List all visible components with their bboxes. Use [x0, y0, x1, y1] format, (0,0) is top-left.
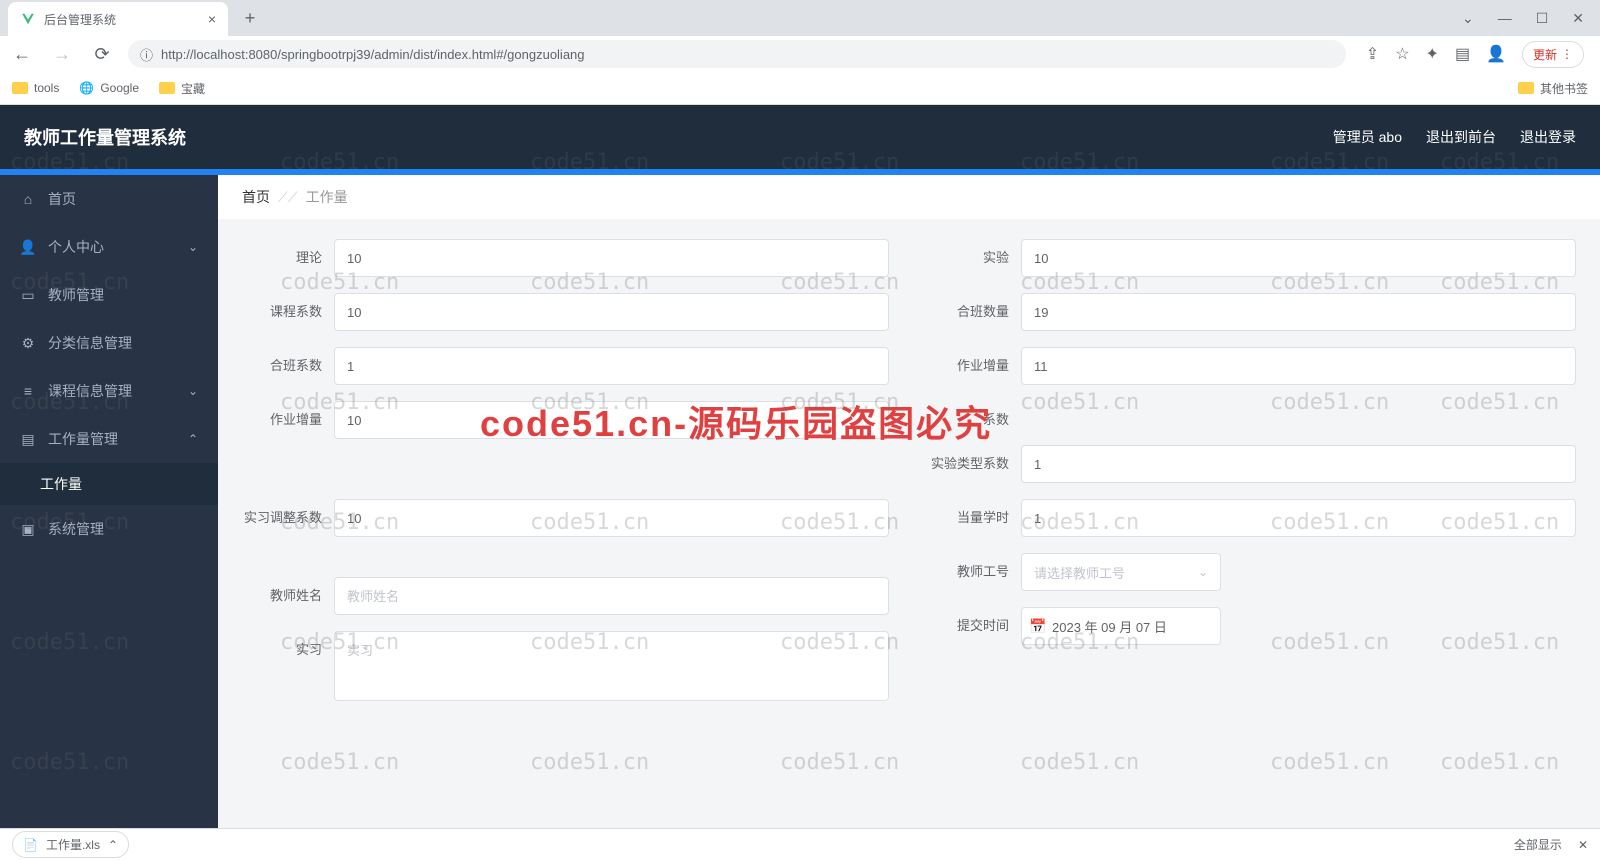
sidebar-item-system[interactable]: ▣系统管理 [0, 505, 218, 553]
sidebar-item-workload[interactable]: ▤工作量管理⌃ [0, 415, 218, 463]
sidebar-item-home[interactable]: ⌂首页 [0, 175, 218, 223]
label-shixitiaozheng: 实习调整系数 [242, 499, 322, 527]
url-text: http://localhost:8080/springbootrpj39/ad… [161, 47, 585, 62]
input-zuoyezengliang[interactable] [334, 401, 889, 439]
new-tab-button[interactable]: + [236, 4, 264, 32]
label-shixi: 实习 [242, 631, 322, 659]
label-zuoyezengliang: 作业增量 [242, 401, 322, 429]
app-header: 教师工作量管理系统 管理员 abo 退出到前台 退出登录 [0, 105, 1600, 169]
home-icon: ⌂ [20, 191, 36, 207]
doc-icon: ▤ [20, 431, 36, 448]
star-icon[interactable]: ☆ [1395, 44, 1409, 64]
label-jiaoshigonghao: 教师工号 [929, 553, 1009, 581]
input-tijiaoshijian[interactable] [1021, 607, 1221, 645]
select-jiaoshigonghao[interactable]: 请选择教师工号⌄ [1021, 553, 1221, 591]
maximize-icon[interactable]: ☐ [1536, 10, 1549, 27]
close-tab-icon[interactable]: × [208, 11, 216, 27]
label-xishu1: 系数 [929, 401, 1009, 429]
input-shiyan[interactable] [1021, 239, 1576, 277]
book-icon: ▭ [20, 287, 36, 304]
profile-icon[interactable]: 👤 [1486, 44, 1506, 64]
list-icon: ≡ [20, 383, 36, 399]
breadcrumb: 首页 ⟋⟋ 工作量 [218, 175, 1600, 219]
chevron-down-icon: ⌄ [1198, 565, 1208, 579]
extensions-icon[interactable]: ✦ [1426, 44, 1439, 64]
input-hebanshuliang[interactable] [1021, 293, 1576, 331]
forward-button[interactable]: → [48, 40, 76, 68]
reading-list-icon[interactable]: ▤ [1455, 44, 1470, 64]
label-lilun: 理论 [242, 239, 322, 267]
browser-tab[interactable]: 后台管理系统 × [8, 2, 228, 36]
download-filename: 工作量.xls [46, 836, 100, 853]
update-button[interactable]: 更新 ⋮ [1522, 41, 1584, 68]
input-kechengxishu[interactable] [334, 293, 889, 331]
input-lilun[interactable] [334, 239, 889, 277]
minimize-icon[interactable]: — [1498, 10, 1512, 27]
input-jiaoshixingming[interactable] [334, 577, 889, 615]
download-bar: 📄 工作量.xls ⌃ 全部显示 ✕ [0, 828, 1600, 860]
chevron-up-icon: ⌃ [108, 838, 118, 852]
back-button[interactable]: ← [8, 40, 36, 68]
input-zuoyezengliang-r[interactable] [1021, 347, 1576, 385]
gear-icon: ⚙ [20, 335, 36, 352]
exit-front-link[interactable]: 退出到前台 [1426, 127, 1496, 147]
label-shiyanleixing: 实验类型系数 [929, 445, 1009, 473]
calendar-icon: 📅 [1029, 618, 1046, 635]
close-window-icon[interactable]: ✕ [1572, 10, 1584, 27]
sidebar-item-course[interactable]: ≡课程信息管理⌄ [0, 367, 218, 415]
info-icon: ⓘ [140, 45, 153, 64]
sidebar-item-personal[interactable]: 👤个人中心⌄ [0, 223, 218, 271]
label-hebanshuliang: 合班数量 [929, 293, 1009, 321]
input-shiyanleixing[interactable] [1021, 445, 1576, 483]
other-bookmarks[interactable]: 其他书签 [1518, 80, 1588, 97]
sidebar: ⌂首页 👤个人中心⌄ ▭教师管理 ⚙分类信息管理 ≡课程信息管理⌄ ▤工作量管理… [0, 175, 218, 829]
app-title: 教师工作量管理系统 [24, 124, 186, 150]
share-icon[interactable]: ⇪ [1366, 44, 1379, 64]
input-shixitiaozheng[interactable] [334, 499, 889, 537]
chevron-down-icon: ⌄ [188, 384, 198, 398]
download-item[interactable]: 📄 工作量.xls ⌃ [12, 831, 129, 858]
bookmark-google[interactable]: 🌐Google [79, 81, 139, 95]
show-all-link[interactable]: 全部显示 [1514, 836, 1562, 853]
label-dangliangxueshi: 当量学时 [929, 499, 1009, 527]
logout-link[interactable]: 退出登录 [1520, 127, 1576, 147]
label-shiyan: 实验 [929, 239, 1009, 267]
sidebar-item-category[interactable]: ⚙分类信息管理 [0, 319, 218, 367]
file-icon: 📄 [23, 838, 38, 852]
input-dangliangxueshi[interactable] [1021, 499, 1576, 537]
label-tijiaoshijian: 提交时间 [929, 607, 1009, 635]
sidebar-subitem-workload[interactable]: 工作量 [0, 463, 218, 505]
label-zuoyezengliang-r: 作业增量 [929, 347, 1009, 375]
folder-icon [1518, 82, 1534, 94]
label-kechengxishu: 课程系数 [242, 293, 322, 321]
vue-favicon-icon [20, 11, 36, 27]
breadcrumb-sep-icon: ⟋⟋ [278, 189, 298, 206]
sidebar-item-teacher[interactable]: ▭教师管理 [0, 271, 218, 319]
input-hebanxishu[interactable] [334, 347, 889, 385]
folder-icon [12, 82, 28, 94]
user-icon: 👤 [20, 239, 36, 256]
globe-icon: 🌐 [79, 81, 94, 95]
chevron-down-icon: ⌄ [188, 240, 198, 254]
chevron-up-icon: ⌃ [188, 432, 198, 446]
folder-icon [159, 82, 175, 94]
window-dropdown-icon[interactable]: ⌄ [1462, 10, 1474, 27]
bookmark-tools[interactable]: tools [12, 81, 59, 95]
close-download-bar-icon[interactable]: ✕ [1578, 838, 1588, 852]
reload-button[interactable]: ⟳ [88, 40, 116, 68]
label-hebanxishu: 合班系数 [242, 347, 322, 375]
label-jiaoshixingming: 教师姓名 [242, 577, 322, 605]
breadcrumb-home[interactable]: 首页 [242, 187, 270, 207]
config-icon: ▣ [20, 521, 36, 538]
input-shixi[interactable] [334, 631, 889, 701]
address-bar[interactable]: ⓘ http://localhost:8080/springbootrpj39/… [128, 40, 1346, 68]
breadcrumb-current: 工作量 [306, 187, 348, 207]
menu-dots-icon: ⋮ [1561, 47, 1573, 61]
bookmark-baozang[interactable]: 宝藏 [159, 80, 205, 97]
user-label[interactable]: 管理员 abo [1333, 127, 1402, 147]
tab-title: 后台管理系统 [44, 11, 116, 28]
